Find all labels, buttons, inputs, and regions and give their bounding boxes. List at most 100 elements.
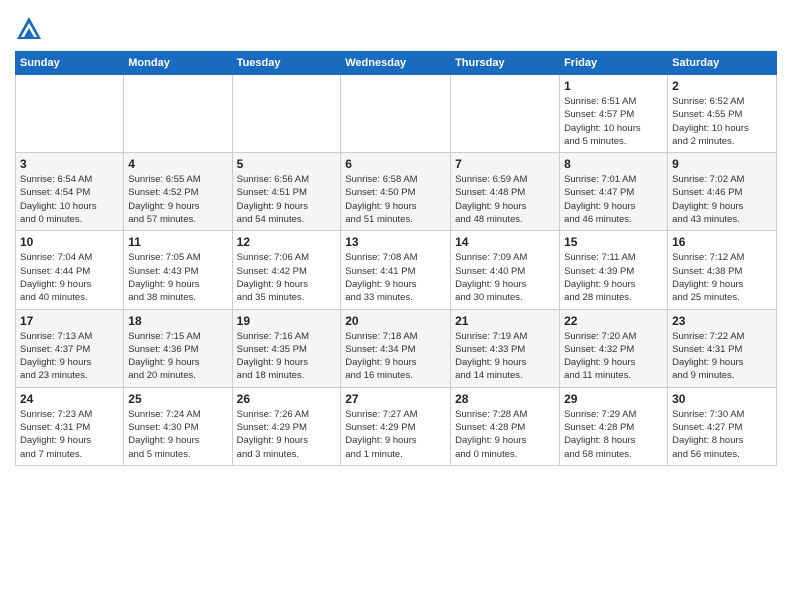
weekday-sunday: Sunday	[16, 52, 124, 75]
day-number: 14	[455, 235, 555, 249]
day-number: 27	[345, 392, 446, 406]
day-number: 17	[20, 314, 119, 328]
day-number: 13	[345, 235, 446, 249]
day-cell: 3 Sunrise: 6:54 AM Sunset: 4:54 PM Daylig…	[16, 153, 124, 231]
day-cell: 5 Sunrise: 6:56 AM Sunset: 4:51 PM Daylig…	[232, 153, 341, 231]
day-info: Sunrise: 7:16 AM Sunset: 4:35 PM Dayligh…	[237, 330, 337, 383]
day-info: Sunrise: 7:24 AM Sunset: 4:30 PM Dayligh…	[128, 408, 227, 461]
day-cell: 2Sunrise: 6:52 AM Sunset: 4:55 PM Daylig…	[668, 75, 777, 153]
day-number: 20	[345, 314, 446, 328]
day-info: Sunrise: 7:13 AM Sunset: 4:37 PM Dayligh…	[20, 330, 119, 383]
day-cell: 1Sunrise: 6:51 AM Sunset: 4:57 PM Daylig…	[560, 75, 668, 153]
day-info: Sunrise: 7:18 AM Sunset: 4:34 PM Dayligh…	[345, 330, 446, 383]
logo-icon	[15, 15, 43, 43]
day-number: 2	[672, 79, 772, 93]
day-number: 8	[564, 157, 663, 171]
day-cell: 24 Sunrise: 7:23 AM Sunset: 4:31 PM Dayli…	[16, 387, 124, 465]
day-info: Sunrise: 7:28 AM Sunset: 4:28 PM Dayligh…	[455, 408, 555, 461]
day-info: Sunrise: 7:05 AM Sunset: 4:43 PM Dayligh…	[128, 251, 227, 304]
day-cell: 29 Sunrise: 7:29 AM Sunset: 4:28 PM Dayli…	[560, 387, 668, 465]
day-cell: 13 Sunrise: 7:08 AM Sunset: 4:41 PM Dayli…	[341, 231, 451, 309]
day-cell: 25 Sunrise: 7:24 AM Sunset: 4:30 PM Dayli…	[124, 387, 232, 465]
day-info: Sunrise: 6:58 AM Sunset: 4:50 PM Dayligh…	[345, 173, 446, 226]
day-cell: 27 Sunrise: 7:27 AM Sunset: 4:29 PM Dayli…	[341, 387, 451, 465]
day-cell: 6 Sunrise: 6:58 AM Sunset: 4:50 PM Daylig…	[341, 153, 451, 231]
weekday-header: SundayMondayTuesdayWednesdayThursdayFrid…	[16, 52, 777, 75]
day-cell	[451, 75, 560, 153]
day-cell	[16, 75, 124, 153]
day-cell	[341, 75, 451, 153]
day-cell: 18Sunrise: 7:15 AM Sunset: 4:36 PM Dayli…	[124, 309, 232, 387]
day-cell: 19 Sunrise: 7:16 AM Sunset: 4:35 PM Dayli…	[232, 309, 341, 387]
day-cell: 30 Sunrise: 7:30 AM Sunset: 4:27 PM Dayli…	[668, 387, 777, 465]
day-cell: 7 Sunrise: 6:59 AM Sunset: 4:48 PM Daylig…	[451, 153, 560, 231]
day-cell: 14 Sunrise: 7:09 AM Sunset: 4:40 PM Dayli…	[451, 231, 560, 309]
day-info: Sunrise: 7:02 AM Sunset: 4:46 PM Dayligh…	[672, 173, 772, 226]
day-cell: 22 Sunrise: 7:20 AM Sunset: 4:32 PM Dayli…	[560, 309, 668, 387]
day-cell: 8 Sunrise: 7:01 AM Sunset: 4:47 PM Daylig…	[560, 153, 668, 231]
day-number: 12	[237, 235, 337, 249]
day-cell: 20 Sunrise: 7:18 AM Sunset: 4:34 PM Dayli…	[341, 309, 451, 387]
week-row-2: 10 Sunrise: 7:04 AM Sunset: 4:44 PM Dayli…	[16, 231, 777, 309]
day-cell: 28Sunrise: 7:28 AM Sunset: 4:28 PM Dayli…	[451, 387, 560, 465]
day-number: 30	[672, 392, 772, 406]
day-info: Sunrise: 7:01 AM Sunset: 4:47 PM Dayligh…	[564, 173, 663, 226]
day-number: 11	[128, 235, 227, 249]
day-info: Sunrise: 7:06 AM Sunset: 4:42 PM Dayligh…	[237, 251, 337, 304]
day-info: Sunrise: 6:55 AM Sunset: 4:52 PM Dayligh…	[128, 173, 227, 226]
day-info: Sunrise: 7:22 AM Sunset: 4:31 PM Dayligh…	[672, 330, 772, 383]
day-info: Sunrise: 7:04 AM Sunset: 4:44 PM Dayligh…	[20, 251, 119, 304]
day-info: Sunrise: 7:26 AM Sunset: 4:29 PM Dayligh…	[237, 408, 337, 461]
day-info: Sunrise: 7:09 AM Sunset: 4:40 PM Dayligh…	[455, 251, 555, 304]
day-info: Sunrise: 7:30 AM Sunset: 4:27 PM Dayligh…	[672, 408, 772, 461]
weekday-wednesday: Wednesday	[341, 52, 451, 75]
day-info: Sunrise: 7:27 AM Sunset: 4:29 PM Dayligh…	[345, 408, 446, 461]
day-cell: 16 Sunrise: 7:12 AM Sunset: 4:38 PM Dayli…	[668, 231, 777, 309]
weekday-friday: Friday	[560, 52, 668, 75]
day-info: Sunrise: 6:56 AM Sunset: 4:51 PM Dayligh…	[237, 173, 337, 226]
day-number: 10	[20, 235, 119, 249]
day-cell: 9 Sunrise: 7:02 AM Sunset: 4:46 PM Daylig…	[668, 153, 777, 231]
week-row-1: 3 Sunrise: 6:54 AM Sunset: 4:54 PM Daylig…	[16, 153, 777, 231]
weekday-monday: Monday	[124, 52, 232, 75]
day-info: Sunrise: 7:29 AM Sunset: 4:28 PM Dayligh…	[564, 408, 663, 461]
day-number: 24	[20, 392, 119, 406]
day-number: 25	[128, 392, 227, 406]
day-number: 4	[128, 157, 227, 171]
day-cell: 12 Sunrise: 7:06 AM Sunset: 4:42 PM Dayli…	[232, 231, 341, 309]
day-cell: 10 Sunrise: 7:04 AM Sunset: 4:44 PM Dayli…	[16, 231, 124, 309]
week-row-4: 24 Sunrise: 7:23 AM Sunset: 4:31 PM Dayli…	[16, 387, 777, 465]
day-cell: 11 Sunrise: 7:05 AM Sunset: 4:43 PM Dayli…	[124, 231, 232, 309]
day-info: Sunrise: 6:51 AM Sunset: 4:57 PM Dayligh…	[564, 95, 663, 148]
day-number: 19	[237, 314, 337, 328]
day-info: Sunrise: 7:23 AM Sunset: 4:31 PM Dayligh…	[20, 408, 119, 461]
day-info: Sunrise: 7:11 AM Sunset: 4:39 PM Dayligh…	[564, 251, 663, 304]
day-cell	[124, 75, 232, 153]
day-cell: 15Sunrise: 7:11 AM Sunset: 4:39 PM Dayli…	[560, 231, 668, 309]
day-number: 22	[564, 314, 663, 328]
day-number: 23	[672, 314, 772, 328]
day-number: 9	[672, 157, 772, 171]
day-info: Sunrise: 6:54 AM Sunset: 4:54 PM Dayligh…	[20, 173, 119, 226]
week-row-0: 1Sunrise: 6:51 AM Sunset: 4:57 PM Daylig…	[16, 75, 777, 153]
day-number: 7	[455, 157, 555, 171]
day-number: 26	[237, 392, 337, 406]
weekday-tuesday: Tuesday	[232, 52, 341, 75]
day-info: Sunrise: 6:59 AM Sunset: 4:48 PM Dayligh…	[455, 173, 555, 226]
week-row-3: 17 Sunrise: 7:13 AM Sunset: 4:37 PM Dayli…	[16, 309, 777, 387]
day-info: Sunrise: 7:15 AM Sunset: 4:36 PM Dayligh…	[128, 330, 227, 383]
day-info: Sunrise: 7:08 AM Sunset: 4:41 PM Dayligh…	[345, 251, 446, 304]
day-info: Sunrise: 7:20 AM Sunset: 4:32 PM Dayligh…	[564, 330, 663, 383]
logo	[15, 15, 47, 43]
page-header	[15, 15, 777, 43]
day-cell: 26 Sunrise: 7:26 AM Sunset: 4:29 PM Dayli…	[232, 387, 341, 465]
day-number: 29	[564, 392, 663, 406]
day-info: Sunrise: 7:12 AM Sunset: 4:38 PM Dayligh…	[672, 251, 772, 304]
day-number: 3	[20, 157, 119, 171]
day-number: 5	[237, 157, 337, 171]
day-number: 6	[345, 157, 446, 171]
day-number: 16	[672, 235, 772, 249]
day-info: Sunrise: 7:19 AM Sunset: 4:33 PM Dayligh…	[455, 330, 555, 383]
calendar: SundayMondayTuesdayWednesdayThursdayFrid…	[15, 51, 777, 466]
day-number: 21	[455, 314, 555, 328]
